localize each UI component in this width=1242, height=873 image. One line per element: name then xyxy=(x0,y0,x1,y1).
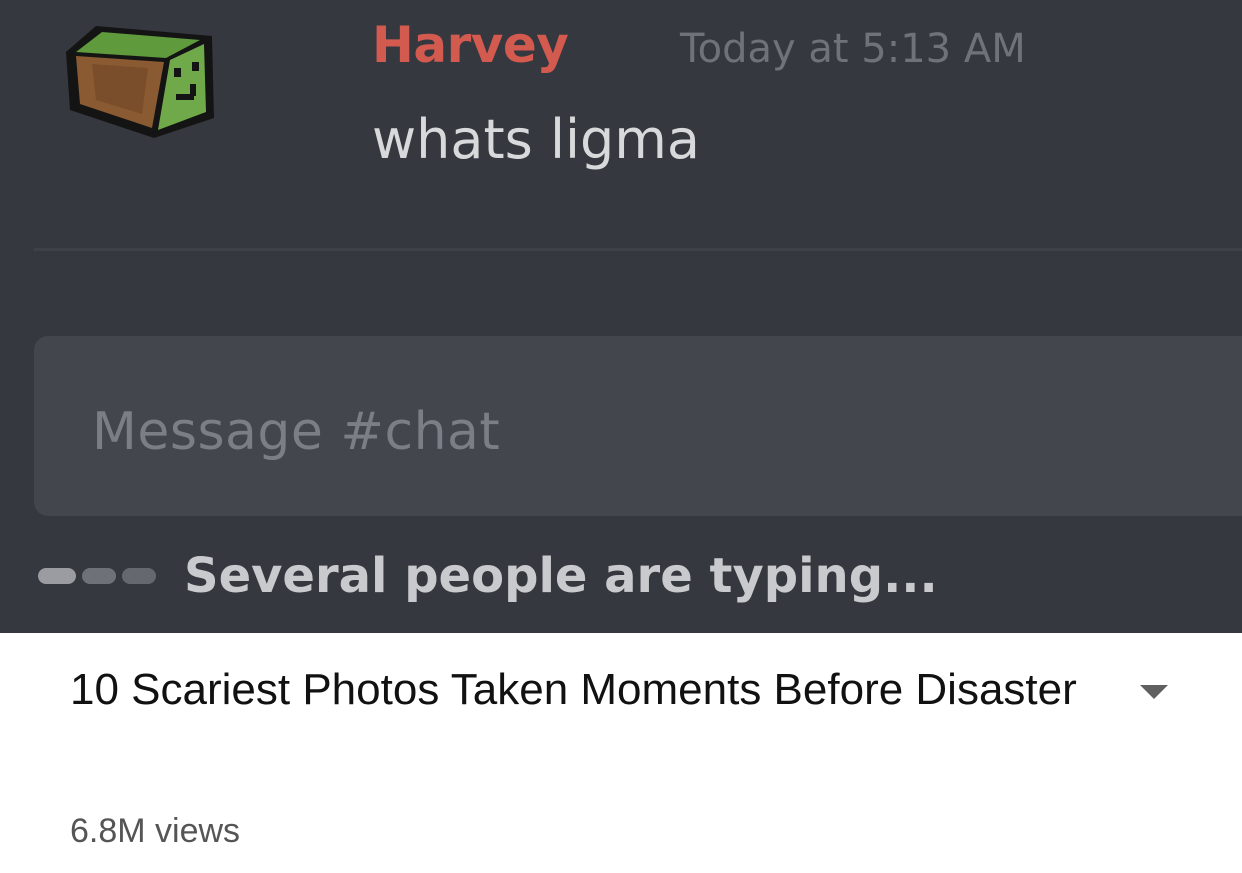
message-text: whats ligma xyxy=(372,108,700,171)
video-title[interactable]: 10 Scariest Photos Taken Moments Before … xyxy=(70,656,1080,724)
message-author[interactable]: Harvey xyxy=(372,16,569,74)
cube-face-avatar-icon[interactable] xyxy=(62,18,222,140)
chevron-down-icon[interactable] xyxy=(1138,682,1170,702)
message-input[interactable]: Message #chat xyxy=(34,336,1242,516)
message-divider xyxy=(34,248,1242,251)
video-view-count: 6.8M views xyxy=(70,812,241,850)
typing-indicator: Several people are typing... xyxy=(38,546,938,606)
typing-dots-icon xyxy=(38,568,162,584)
message-timestamp: Today at 5:13 AM xyxy=(680,26,1026,72)
chat-panel: Harvey Today at 5:13 AM whats ligma Mess… xyxy=(0,0,1242,633)
typing-indicator-text: Several people are typing... xyxy=(184,548,938,604)
message-input-placeholder: Message #chat xyxy=(92,402,501,462)
